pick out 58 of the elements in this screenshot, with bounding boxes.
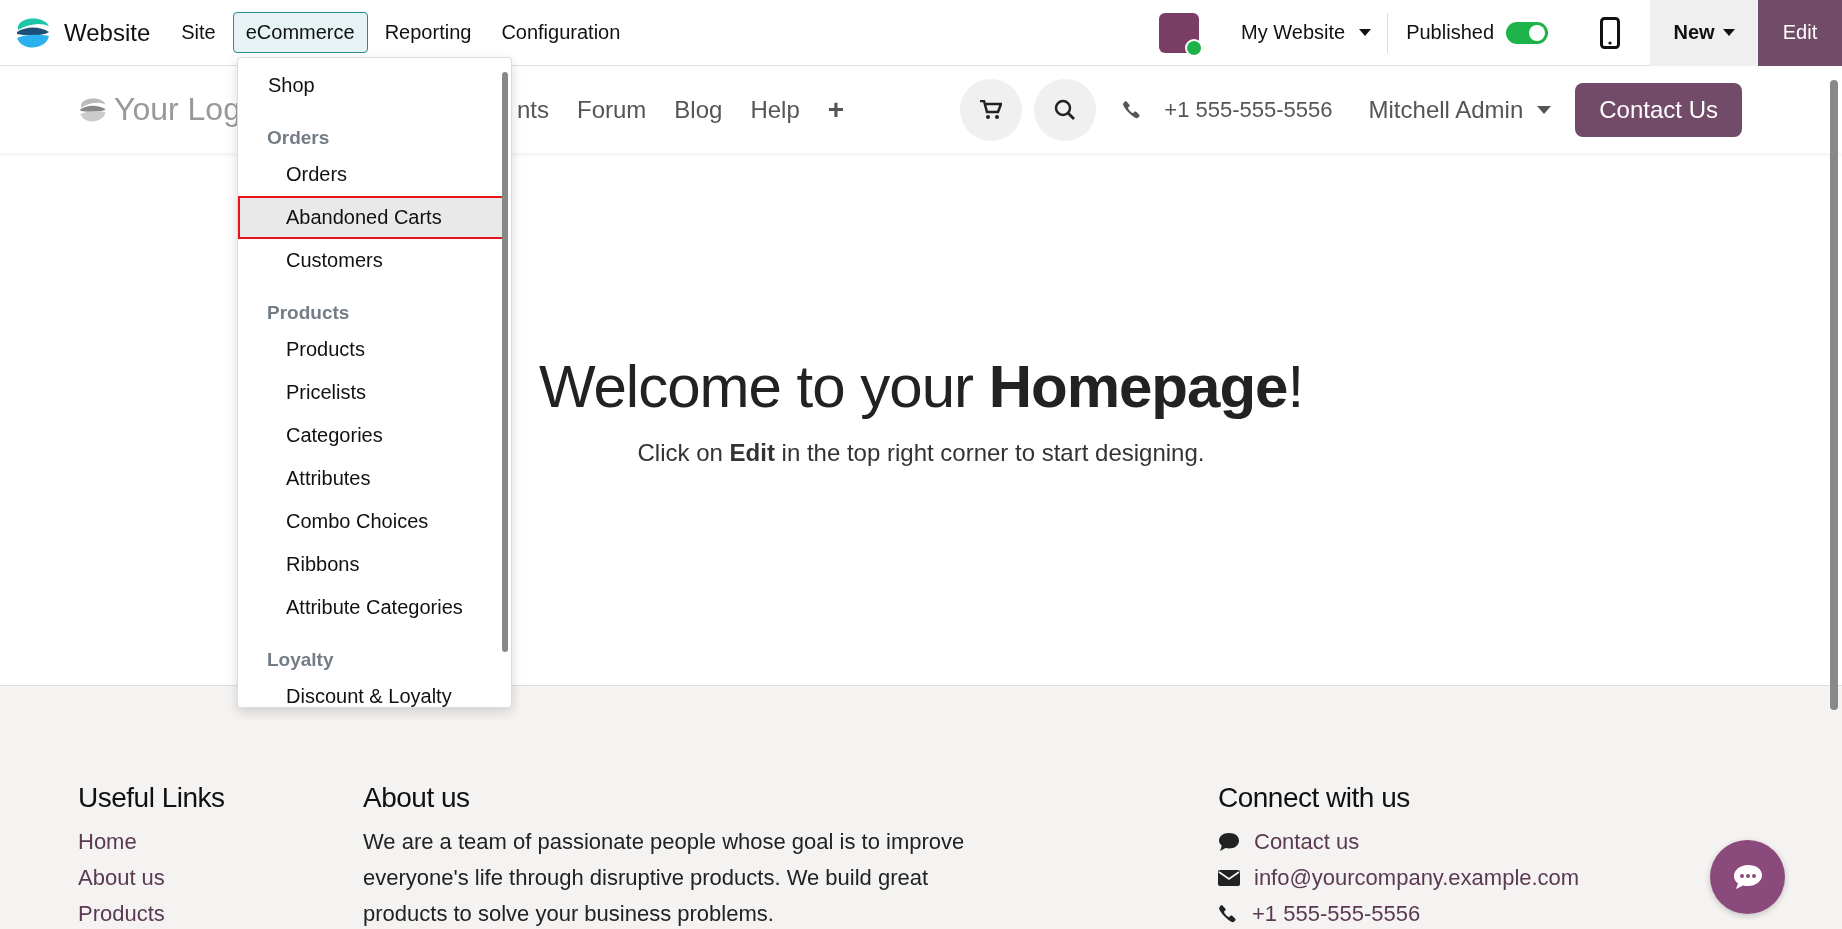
scrollbar-thumb[interactable] — [502, 72, 508, 652]
envelope-icon — [1218, 870, 1240, 886]
menu-tab[interactable]: Configuration — [488, 12, 634, 53]
nav-link[interactable]: + — [827, 93, 845, 126]
footer-link[interactable]: info@yourcompany.example.com — [1254, 860, 1580, 896]
contact-button[interactable]: Contact Us — [1575, 82, 1742, 137]
caret-icon — [1722, 28, 1735, 37]
menu-item[interactable]: Ribbons — [238, 543, 506, 586]
hero-subtitle: Click on Edit in the top right corner to start designing. — [637, 438, 1205, 467]
nav-link[interactable]: Forum — [577, 95, 647, 124]
avatar[interactable] — [1159, 12, 1200, 53]
footer-link[interactable]: About us — [78, 860, 363, 896]
phone-number[interactable]: +1 555-555-5556 — [1164, 96, 1333, 123]
menu-item[interactable]: Combo Choices — [238, 500, 506, 543]
phone-icon — [1218, 904, 1238, 924]
published-toggle[interactable] — [1506, 21, 1548, 44]
published-label: Published — [1406, 21, 1494, 44]
caret-icon — [1537, 105, 1552, 114]
mobile-phone-icon[interactable] — [1600, 16, 1620, 49]
footer-heading: Useful Links — [78, 782, 226, 814]
footer-heading: Connect with us — [1218, 782, 1411, 814]
website-dropdown[interactable]: My Website — [1241, 12, 1389, 53]
edit-button[interactable]: Edit — [1758, 0, 1842, 66]
scrollbar-thumb[interactable] — [1830, 80, 1838, 710]
phone-icon — [1122, 99, 1143, 120]
user-dropdown[interactable]: Mitchell Admin — [1368, 95, 1552, 124]
hero-title: Welcome to your Homepage! — [538, 351, 1304, 421]
menu-section-header: Loyalty — [266, 648, 335, 672]
footer-link[interactable]: Products — [78, 896, 363, 929]
menu-item[interactable]: Orders — [238, 153, 506, 196]
nav-link[interactable]: Help — [750, 95, 800, 124]
footer-link[interactable]: Contact us — [1254, 824, 1360, 860]
footer-link[interactable]: Home — [78, 824, 363, 860]
about-text: We are a team of passionate people whose goal is to improve everyone's life through disruptive products. We build great products to solve your business problems. — [363, 828, 966, 928]
menu-item[interactable]: Shop — [238, 64, 506, 107]
menu-tab[interactable]: Reporting — [371, 12, 485, 53]
menu-item[interactable]: Products — [238, 328, 506, 371]
footer-link[interactable]: +1 555-555-5556 — [1252, 896, 1421, 929]
menu-tab[interactable]: Site — [168, 12, 229, 53]
nav-link[interactable]: nts — [517, 95, 549, 124]
speech-bubble-icon — [1218, 832, 1240, 852]
menu-item[interactable]: Discount & Loyalty — [238, 675, 506, 707]
caret-icon — [1359, 28, 1372, 37]
menu-section-header: Products — [266, 301, 351, 325]
menu-item[interactable]: Customers — [238, 239, 506, 282]
footer-heading: About us — [363, 782, 471, 814]
new-button[interactable]: New — [1650, 0, 1758, 66]
cart-icon — [980, 99, 1003, 120]
app-name: Website — [64, 18, 151, 47]
menu-item[interactable]: Categories — [238, 414, 506, 457]
menu-section-header: Orders — [266, 126, 331, 150]
menu-tab[interactable]: eCommerce — [232, 12, 368, 53]
menu-item[interactable]: Attributes — [238, 457, 506, 500]
menu-item[interactable]: Attribute Categories — [238, 586, 506, 629]
chat-bubble-icon — [1732, 864, 1763, 890]
search-icon — [1054, 98, 1077, 121]
nav-link[interactable]: Blog — [674, 95, 723, 124]
menu-item[interactable]: Pricelists — [238, 371, 506, 414]
